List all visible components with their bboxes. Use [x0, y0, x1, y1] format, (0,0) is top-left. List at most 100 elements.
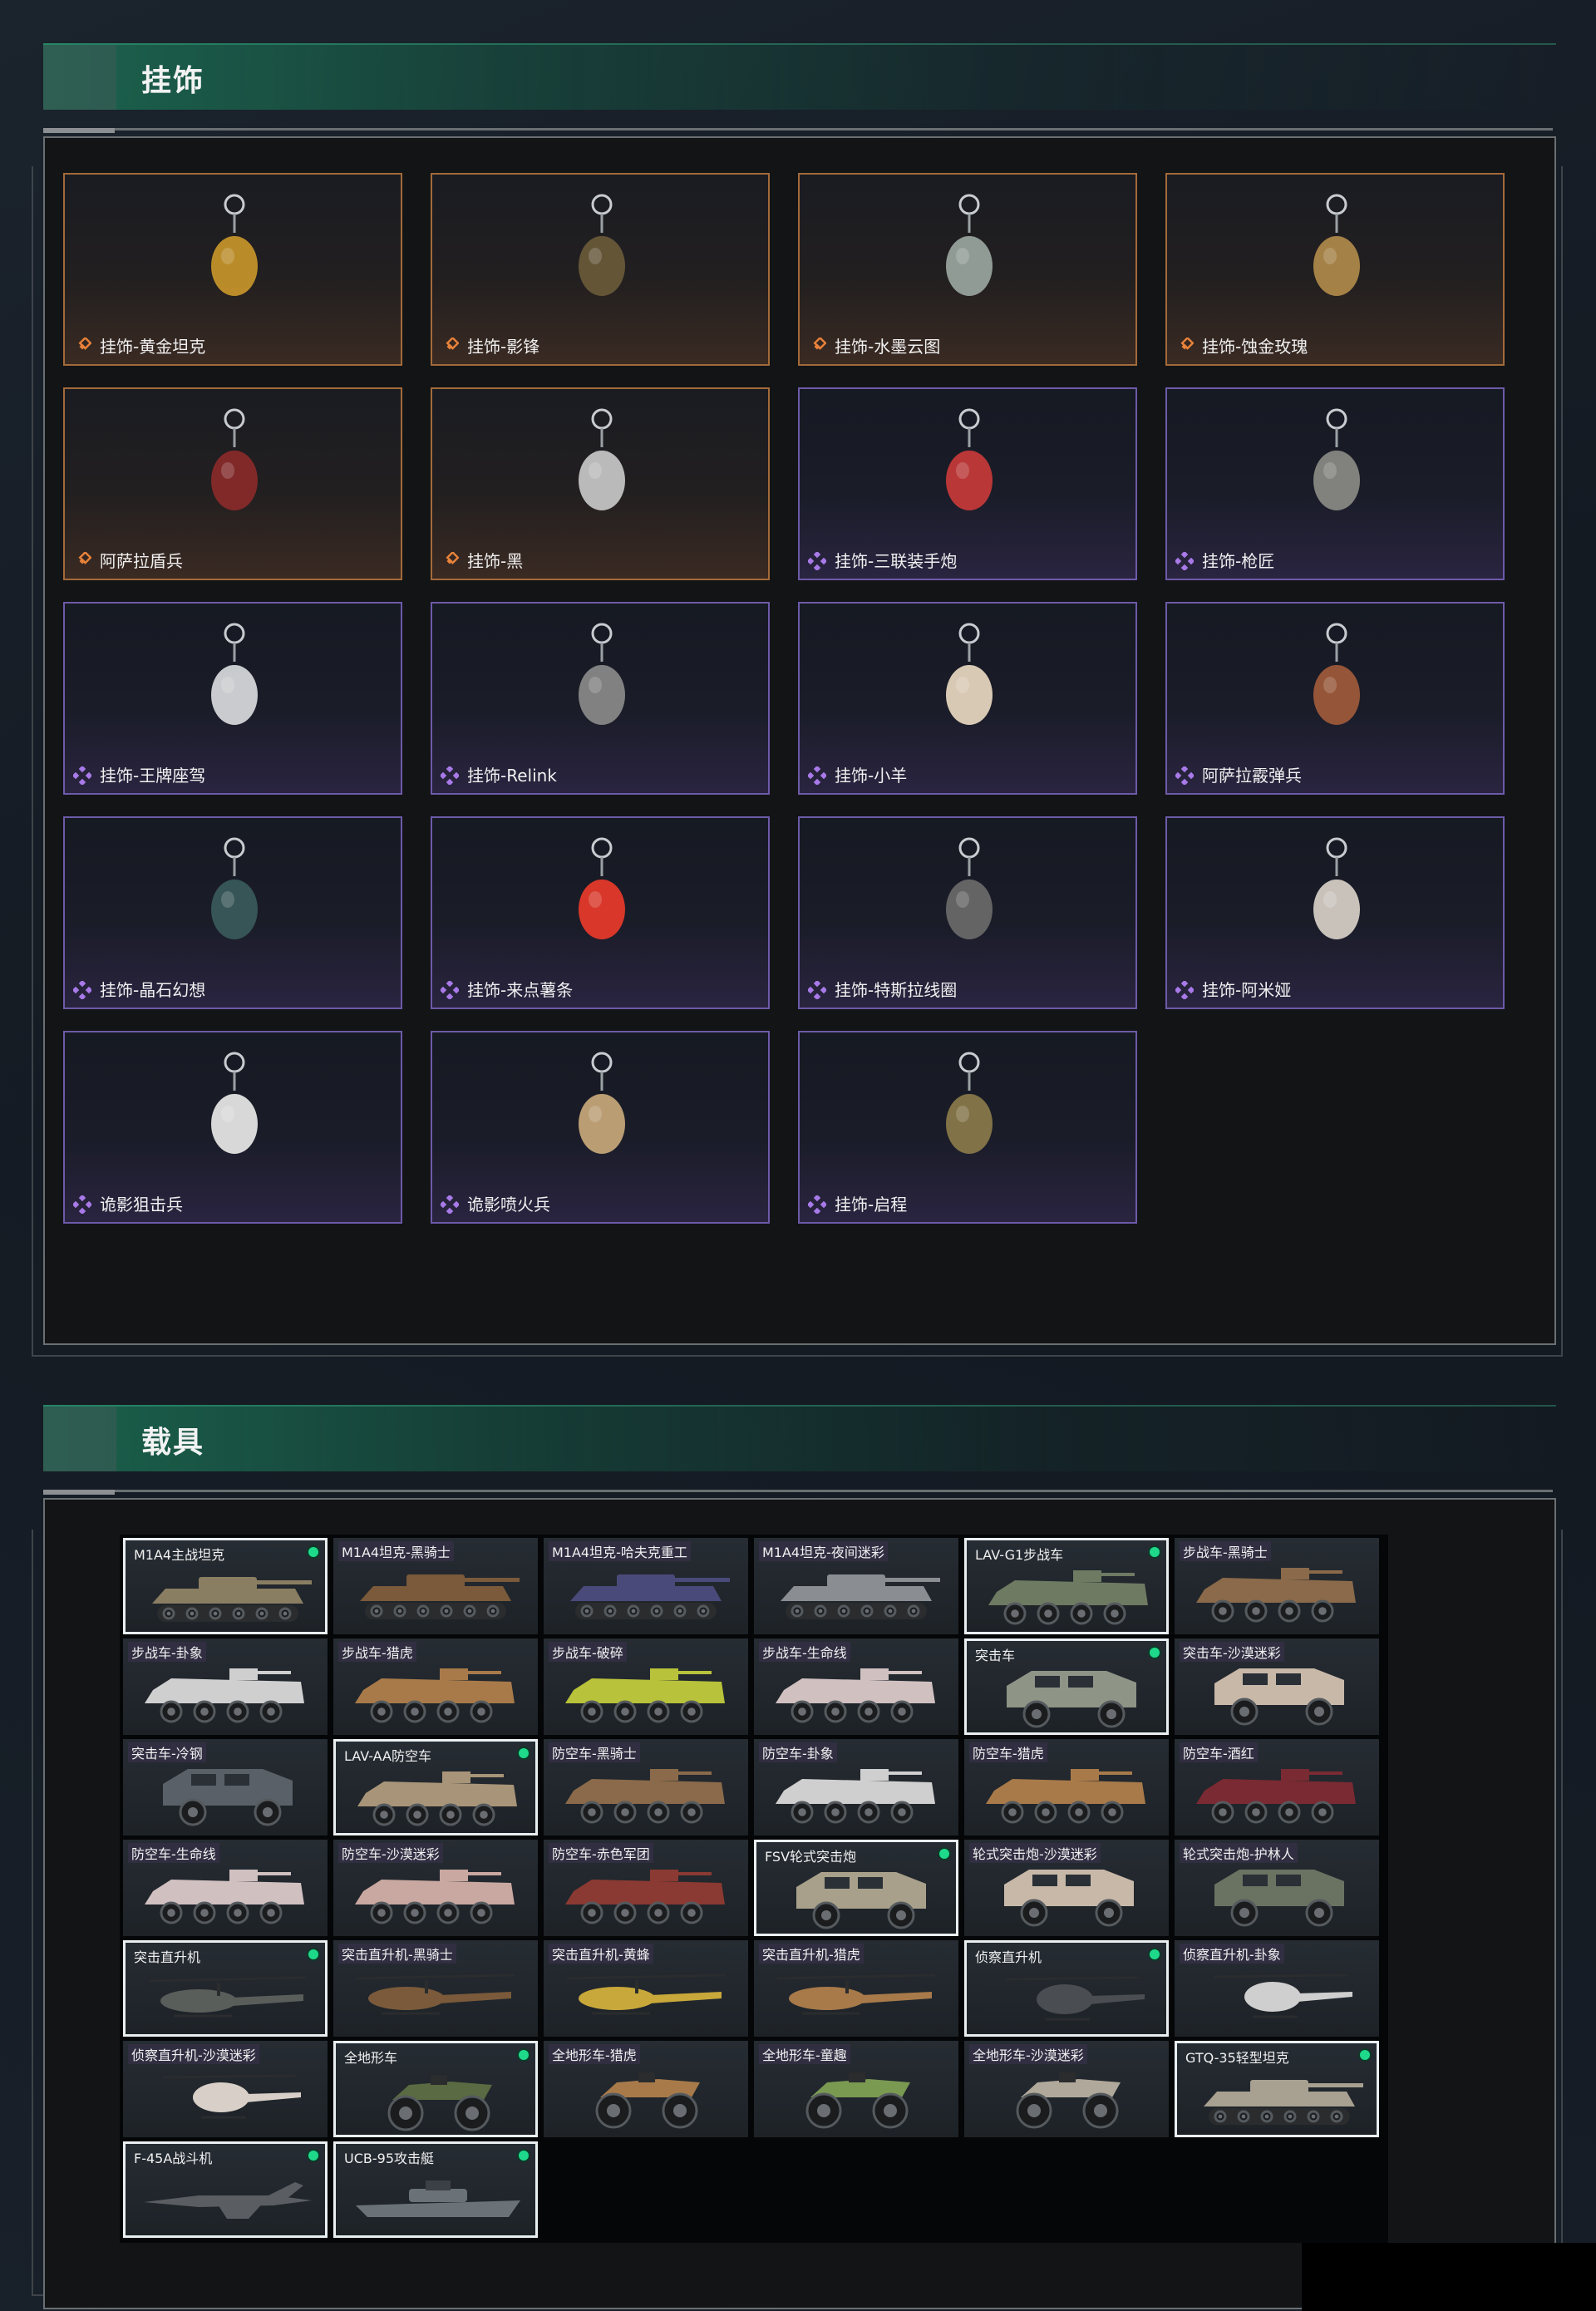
vehicle-name: 轮式突击炮-护林人 [1180, 1843, 1298, 1863]
vehicle-card[interactable]: 突击直升机-黑骑士 [333, 1940, 538, 2037]
pendant-card[interactable]: 挂饰-晶石幻想 [63, 816, 402, 1009]
vehicle-card[interactable]: 防空车-黑骑士 [544, 1739, 748, 1835]
pendant-card[interactable]: 挂饰-三联装手炮 [798, 387, 1137, 580]
vehicles-section-title: 载具 [141, 1426, 205, 1460]
vehicle-card[interactable]: 轮式突击炮-沙漠迷彩 [964, 1840, 1169, 1936]
pendants-section-header: 挂饰 [43, 43, 1556, 110]
vehicle-card[interactable]: F-45A战斗机 [123, 2141, 328, 2238]
vehicle-card[interactable]: 步战车-破碎 [544, 1638, 748, 1735]
vehicle-name: 侦察直升机-卦象 [1180, 1944, 1284, 1964]
vehicle-card[interactable]: 突击直升机-猎虎 [754, 1940, 958, 2037]
vehicle-name: 突击直升机-黑骑士 [338, 1944, 456, 1964]
vehicle-card[interactable]: 防空车-猎虎 [964, 1739, 1169, 1835]
vehicle-card[interactable]: 步战车-卦象 [123, 1638, 328, 1735]
vehicle-name: 轮式突击炮-沙漠迷彩 [969, 1843, 1101, 1863]
vehicle-card[interactable]: 侦察直升机 [964, 1940, 1169, 2037]
vehicle-card[interactable]: 轮式突击炮-护林人 [1175, 1840, 1379, 1936]
vehicle-card[interactable]: 全地形车-沙漠迷彩 [964, 2041, 1169, 2137]
sniper-charm-icon [190, 1047, 279, 1180]
pendant-card[interactable]: 挂饰-蚀金玫瑰 [1165, 173, 1505, 366]
vehicle-card[interactable]: 突击车 [964, 1638, 1169, 1735]
vehicle-name: 步战车-黑骑士 [1180, 1541, 1271, 1561]
gold-tank-charm-icon [190, 190, 279, 323]
vehicle-name: FSV轮式突击炮 [765, 1849, 857, 1865]
vehicle-name: UCB-95攻击艇 [344, 2151, 434, 2166]
vehicle-card[interactable]: 步战车-黑骑士 [1175, 1538, 1379, 1634]
pendant-card[interactable]: 挂饰-特斯拉线圈 [798, 816, 1137, 1009]
pendant-name: 挂饰-黄金坦克 [100, 337, 206, 357]
equipped-indicator-icon [308, 1547, 318, 1557]
pendant-card[interactable]: 挂饰-枪匠 [1165, 387, 1505, 580]
vehicle-name: 突击车-冷钢 [128, 1742, 206, 1762]
pendant-name: 挂饰-三联装手炮 [835, 551, 958, 571]
crystal-charm-icon [190, 833, 279, 966]
purple-rarity-icon [1174, 979, 1195, 1001]
vehicle-card[interactable]: 突击直升机 [123, 1940, 328, 2037]
vehicle-card[interactable]: UCB-95攻击艇 [333, 2141, 538, 2238]
topline-accent [43, 128, 115, 133]
vehicle-card[interactable]: 步战车-生命线 [754, 1638, 958, 1735]
equipped-indicator-icon [519, 2050, 529, 2060]
pendant-card[interactable]: 挂饰-黑 [431, 387, 770, 580]
pendant-card[interactable]: 诡影喷火兵 [431, 1031, 770, 1224]
gold-rarity-icon [441, 336, 460, 356]
triple-cannon-charm-icon [924, 404, 1014, 537]
vehicle-card[interactable]: M1A4坦克-黑骑士 [333, 1538, 538, 1634]
pendant-card[interactable]: 挂饰-黄金坦克 [63, 173, 402, 366]
vehicle-card[interactable]: 步战车-猎虎 [333, 1638, 538, 1735]
vehicle-card[interactable]: 防空车-沙漠迷彩 [333, 1840, 538, 1936]
vehicle-card[interactable]: 突击车-冷钢 [123, 1739, 328, 1835]
vehicle-card[interactable]: 防空车-酒红 [1175, 1739, 1379, 1835]
vehicle-card[interactable]: 全地形车-猎虎 [544, 2041, 748, 2137]
vehicle-card[interactable]: FSV轮式突击炮 [754, 1840, 958, 1936]
gold-rarity-icon [441, 550, 460, 570]
pendant-card[interactable]: 挂饰-小羊 [798, 602, 1137, 795]
vehicle-card[interactable]: 防空车-卦象 [754, 1739, 958, 1835]
vehicle-card[interactable]: GTQ-35轻型坦克 [1175, 2041, 1379, 2137]
pendant-name: 诡影喷火兵 [467, 1195, 550, 1215]
vehicle-name: 突击直升机-黄蜂 [549, 1944, 653, 1964]
vehicle-card[interactable]: LAV-AA防空车 [333, 1739, 538, 1835]
purple-rarity-icon [806, 550, 828, 572]
vehicle-card[interactable]: 全地形车-童趣 [754, 2041, 958, 2137]
pendant-card[interactable]: 阿萨拉霰弹兵 [1165, 602, 1505, 795]
vehicle-name: 全地形车 [344, 2050, 398, 2066]
vehicle-name: 防空车-黑骑士 [549, 1742, 640, 1762]
vehicle-card[interactable]: M1A4坦克-哈夫克重工 [544, 1538, 748, 1634]
vehicle-card[interactable]: 全地形车 [333, 2041, 538, 2137]
pendant-card[interactable]: 挂饰-影锋 [431, 173, 770, 366]
vehicle-card[interactable]: 侦察直升机-卦象 [1175, 1940, 1379, 2037]
pendant-name: 挂饰-蚀金玫瑰 [1202, 337, 1308, 357]
vehicle-card[interactable]: 防空车-赤色军团 [544, 1840, 748, 1936]
purple-rarity-icon [806, 1194, 828, 1215]
vehicle-card[interactable]: M1A4主战坦克 [123, 1538, 328, 1634]
pendant-card[interactable]: 挂饰-阿米娅 [1165, 816, 1505, 1009]
purple-rarity-icon [71, 765, 93, 786]
equipped-indicator-icon [939, 1849, 949, 1859]
lamb-charm-icon [924, 618, 1014, 751]
vehicle-name: 全地形车-猎虎 [549, 2044, 640, 2064]
pendant-card[interactable]: 挂饰-Relink [431, 602, 770, 795]
equipped-indicator-icon [308, 1949, 318, 1959]
vehicle-card[interactable]: 侦察直升机-沙漠迷彩 [123, 2041, 328, 2137]
vehicle-card[interactable]: 防空车-生命线 [123, 1840, 328, 1936]
pendant-card[interactable]: 挂饰-来点薯条 [431, 816, 770, 1009]
vehicle-name: M1A4坦克-夜间迷彩 [759, 1541, 888, 1561]
vehicle-card[interactable]: 突击直升机-黄蜂 [544, 1940, 748, 2037]
pendant-card[interactable]: 挂饰-水墨云图 [798, 173, 1137, 366]
vehicle-name: 防空车-生命线 [128, 1843, 219, 1863]
vehicle-name: 突击车-沙漠迷彩 [1180, 1642, 1284, 1662]
pendant-name: 挂饰-晶石幻想 [100, 980, 206, 1000]
purple-rarity-icon [1174, 765, 1195, 786]
pendant-card[interactable]: 诡影狙击兵 [63, 1031, 402, 1224]
vehicle-card[interactable]: 突击车-沙漠迷彩 [1175, 1638, 1379, 1735]
vehicle-card[interactable]: M1A4坦克-夜间迷彩 [754, 1538, 958, 1634]
pendant-card[interactable]: 挂饰-王牌座驾 [63, 602, 402, 795]
gold-rarity-icon [1175, 336, 1195, 356]
pendant-card[interactable]: 挂饰-启程 [798, 1031, 1137, 1224]
pendant-card[interactable]: 阿萨拉盾兵 [63, 387, 402, 580]
vehicle-name: 突击直升机-猎虎 [759, 1944, 864, 1964]
shotgunner-charm-icon [1292, 618, 1382, 751]
vehicle-card[interactable]: LAV-G1步战车 [964, 1538, 1169, 1634]
pendants-panel-topline [43, 128, 1553, 133]
